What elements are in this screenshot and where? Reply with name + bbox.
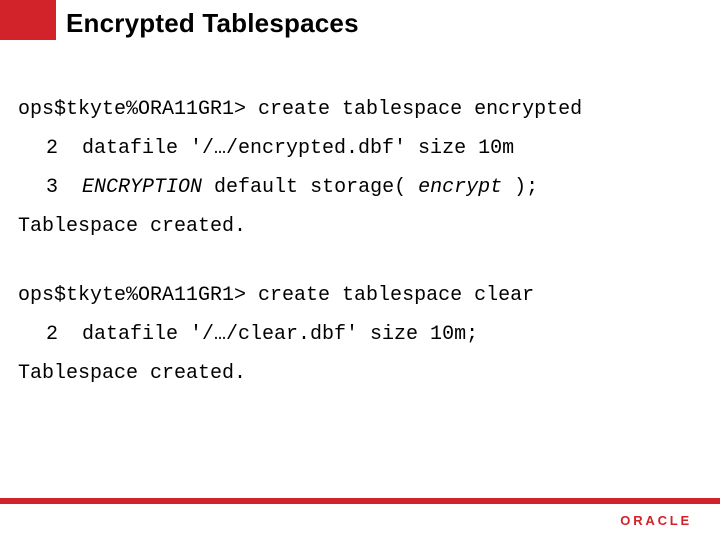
- code-line: 2 datafile '/…/encrypted.dbf' size 10m: [18, 129, 702, 168]
- corner-accent: [0, 0, 56, 40]
- code-text: );: [502, 176, 538, 199]
- footer-accent: [0, 498, 720, 504]
- code-line: 2 datafile '/…/clear.dbf' size 10m;: [18, 315, 702, 354]
- code-line: 3 ENCRYPTION default storage( encrypt );: [18, 168, 702, 207]
- result-line: Tablespace created.: [18, 354, 702, 393]
- line-number: 3: [18, 168, 58, 207]
- slide-title: Encrypted Tablespaces: [66, 8, 359, 39]
- keyword: encrypt: [418, 176, 502, 199]
- line-number: 2: [18, 129, 58, 168]
- spacer: [18, 246, 702, 276]
- keyword: ENCRYPTION: [82, 176, 202, 199]
- code-line: ops$tkyte%ORA11GR1> create tablespace cl…: [18, 276, 702, 315]
- code-text: datafile '/…/clear.dbf' size 10m;: [58, 323, 478, 346]
- brand-logo: ORACLE: [620, 513, 692, 528]
- code-text: default storage(: [202, 176, 418, 199]
- code-area: ops$tkyte%ORA11GR1> create tablespace en…: [18, 90, 702, 393]
- code-text: [58, 176, 82, 199]
- line-number: 2: [18, 315, 58, 354]
- result-line: Tablespace created.: [18, 207, 702, 246]
- code-line: ops$tkyte%ORA11GR1> create tablespace en…: [18, 90, 702, 129]
- code-text: datafile '/…/encrypted.dbf' size 10m: [58, 137, 514, 160]
